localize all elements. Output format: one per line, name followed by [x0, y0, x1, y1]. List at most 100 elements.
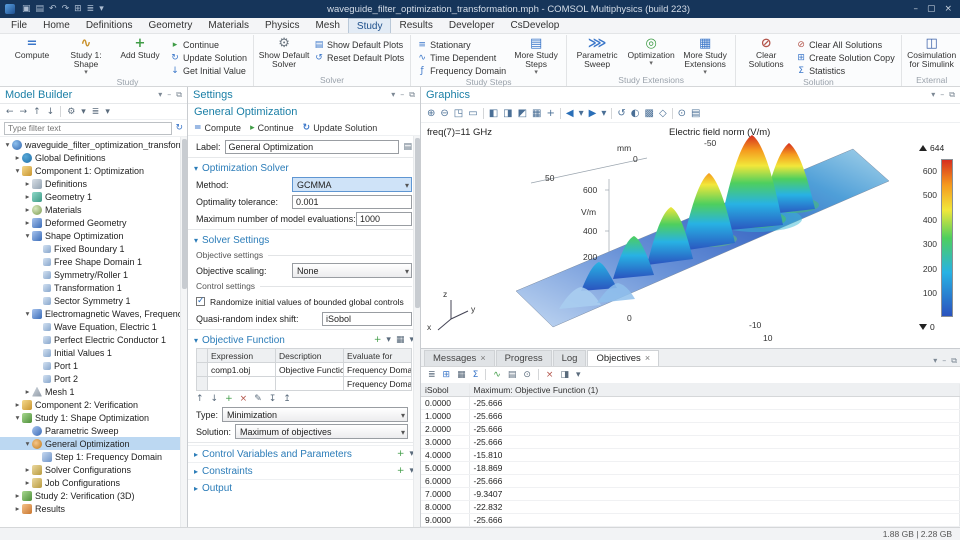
cell[interactable] [208, 377, 276, 391]
ribbon-button-optimization[interactable]: ◎Optimization▾ [624, 35, 678, 66]
menu-tab-home[interactable]: Home [35, 18, 78, 33]
tree-node-study-2-verification-3d[interactable]: ▸Study 2: Verification (3D) [0, 489, 187, 502]
ribbon-button-parametric-sweep[interactable]: ⋙Parametric Sweep [570, 35, 624, 69]
dock-table-icon[interactable]: ◨ [560, 370, 569, 380]
table-row[interactable]: Frequency Domain [197, 377, 412, 391]
tree-node-component-1-optimization[interactable]: ▾Component 1: Optimization [0, 164, 187, 177]
tree-expanded-icon[interactable]: ▾ [23, 439, 32, 448]
table-row[interactable]: 8.0000-22.832 [421, 501, 960, 514]
float-panel-icon[interactable]: ⧉ [949, 90, 955, 100]
tree-node-study-1-shape-optimization[interactable]: ▾Study 1: Shape Optimization [0, 411, 187, 424]
next-solution-icon[interactable]: ▶ [589, 108, 597, 119]
model-manager-icon[interactable]: ≣ [87, 0, 95, 18]
tree-collapsed-icon[interactable]: ▸ [23, 465, 32, 474]
add-table-icon[interactable]: ⊞ [443, 370, 451, 380]
method-select[interactable]: GCMMA [292, 177, 412, 192]
save-to-file-icon[interactable]: ↥ [283, 394, 291, 404]
menu-tab-geometry[interactable]: Geometry [141, 18, 201, 33]
redo-icon[interactable]: ↷ [62, 0, 70, 18]
delete-row-icon[interactable]: × [240, 394, 248, 404]
axes-icon[interactable]: + [547, 108, 555, 119]
tree-node-free-shape-domain-1[interactable]: Free Shape Domain 1 [0, 255, 187, 268]
collapse-panel-icon[interactable]: – [940, 90, 944, 100]
new-icon[interactable]: ⊞ [74, 0, 82, 18]
randomize-checkbox[interactable] [196, 297, 205, 306]
objective-function-table[interactable]: ExpressionDescriptionEvaluate forcomp1.o… [196, 348, 412, 391]
panel-menu-icon[interactable]: ▾ [933, 356, 937, 366]
move-up-icon[interactable]: ↑ [33, 107, 41, 117]
float-panel-icon[interactable]: ⧉ [951, 356, 957, 366]
cell[interactable]: Frequency Domain [344, 377, 412, 391]
grid-view-icon[interactable]: ▦ [532, 108, 541, 119]
scrollbar-thumb[interactable] [182, 139, 187, 289]
tree-node-global-definitions[interactable]: ▸Global Definitions [0, 151, 187, 164]
move-down-icon[interactable]: ↓ [47, 107, 55, 117]
snapshot-icon[interactable]: ⊙ [678, 108, 686, 119]
tree-node-wave-equation-electric-1[interactable]: Wave Equation, Electric 1 [0, 320, 187, 333]
table-menu-icon[interactable]: ≣ [428, 370, 436, 380]
tree-collapsed-icon[interactable]: ▸ [13, 153, 22, 162]
tree-node-perfect-electric-conductor-1[interactable]: Perfect Electric Conductor 1 [0, 333, 187, 346]
tree-node-step-1-frequency-domain[interactable]: Step 1: Frequency Domain [0, 450, 187, 463]
close-tab-icon[interactable]: × [480, 353, 485, 363]
scene-light-icon[interactable]: ◐ [631, 108, 640, 119]
section-objective-function[interactable]: Objective Function +▾▦▾ [188, 332, 420, 348]
plot-area[interactable]: 600500400300200100 644 0 freq(7)=11 GHzE… [421, 123, 960, 348]
tree-collapsed-icon[interactable]: ▸ [23, 192, 32, 201]
node-settings-icon[interactable]: ⚙ [67, 107, 75, 117]
ribbon-button-create-solution-copy[interactable]: ⊞Create Solution Copy [793, 51, 898, 64]
table-row[interactable]: 1.0000-25.666 [421, 410, 960, 423]
zoom-out-icon[interactable]: ⊖ [440, 108, 448, 119]
float-panel-icon[interactable]: ⧉ [409, 90, 415, 100]
tree-node-initial-values-1[interactable]: Initial Values 1 [0, 346, 187, 359]
tree-node-mesh-1[interactable]: ▸Mesh 1 [0, 385, 187, 398]
model-tree-options-icon[interactable]: ≣ [92, 107, 100, 117]
table-row[interactable]: 6.0000-25.666 [421, 475, 960, 488]
cell[interactable]: Frequency Domain [344, 363, 412, 377]
ribbon-button-time-dependent[interactable]: ∿Time Dependent [414, 51, 509, 64]
ribbon-button-add-study[interactable]: +Add Study [113, 35, 167, 60]
minimize-button[interactable]: – [913, 4, 918, 14]
cell[interactable]: Objective Function [276, 363, 344, 377]
tree-collapsed-icon[interactable]: ▸ [13, 504, 22, 513]
zoom-in-icon[interactable]: ⊕ [427, 108, 435, 119]
view-top-icon[interactable]: ◩ [518, 108, 527, 119]
ribbon-button-study-1-shape-optimiza[interactable]: ∿Study 1: Shape Optimiza...▾ [59, 35, 113, 75]
ribbon-button-clear-solutions[interactable]: ⊘Clear Solutions [739, 35, 793, 69]
tree-node-solver-configurations[interactable]: ▸Solver Configurations [0, 463, 187, 476]
tab-log[interactable]: Log [553, 350, 587, 366]
plot-table-icon[interactable]: ∿ [493, 370, 501, 380]
tree-node-sector-symmetry-1[interactable]: Sector Symmetry 1 [0, 294, 187, 307]
scaling-select[interactable]: None [292, 263, 412, 278]
ribbon-button-show-default-plots[interactable]: ▤Show Default Plots [311, 38, 407, 51]
table-options-menu-icon[interactable]: ▾ [576, 370, 581, 380]
tree-expanded-icon[interactable]: ▾ [3, 140, 12, 149]
table-row[interactable]: 0.0000-25.666 [421, 397, 960, 410]
close-tab-icon[interactable]: × [645, 353, 650, 363]
clear-table-icon[interactable]: × [546, 370, 554, 380]
tab-objectives[interactable]: Objectives× [587, 350, 659, 366]
menu-tab-definitions[interactable]: Definitions [78, 18, 141, 33]
ribbon-button-get-initial-value[interactable]: ↓Get Initial Value [167, 64, 250, 77]
tree-collapsed-icon[interactable]: ▸ [23, 387, 32, 396]
tree-expanded-icon[interactable]: ▾ [13, 166, 22, 175]
menu-tab-results[interactable]: Results [391, 18, 440, 33]
refresh-filter-icon[interactable]: ↻ [175, 123, 183, 133]
table-row[interactable]: 9.0000-25.666 [421, 514, 960, 527]
scrollbar-thumb[interactable] [415, 138, 420, 308]
ribbon-button-clear-all-solutions[interactable]: ⊘Clear All Solutions [793, 38, 898, 51]
tree-node-transformation-1[interactable]: Transformation 1 [0, 281, 187, 294]
transparency-icon[interactable]: ▩ [644, 108, 653, 119]
rename-icon[interactable] [403, 141, 412, 152]
table-row[interactable]: 4.0000-15.810 [421, 449, 960, 462]
tree-node-materials[interactable]: ▸Materials [0, 203, 187, 216]
tree-node-job-configurations[interactable]: ▸Job Configurations [0, 476, 187, 489]
ribbon-button-continue[interactable]: ▸Continue [167, 38, 250, 51]
save-icon[interactable]: ▣ [22, 0, 31, 18]
tree-node-definitions[interactable]: ▸Definitions [0, 177, 187, 190]
settings-dropdown-icon[interactable]: ▾ [81, 107, 86, 117]
section-output[interactable]: ▸Output [188, 479, 420, 496]
tree-node-deformed-geometry[interactable]: ▸Deformed Geometry [0, 216, 187, 229]
add-icon[interactable]: + [397, 466, 405, 476]
settings-toolbar-continue[interactable]: ▸Continue [250, 123, 294, 133]
